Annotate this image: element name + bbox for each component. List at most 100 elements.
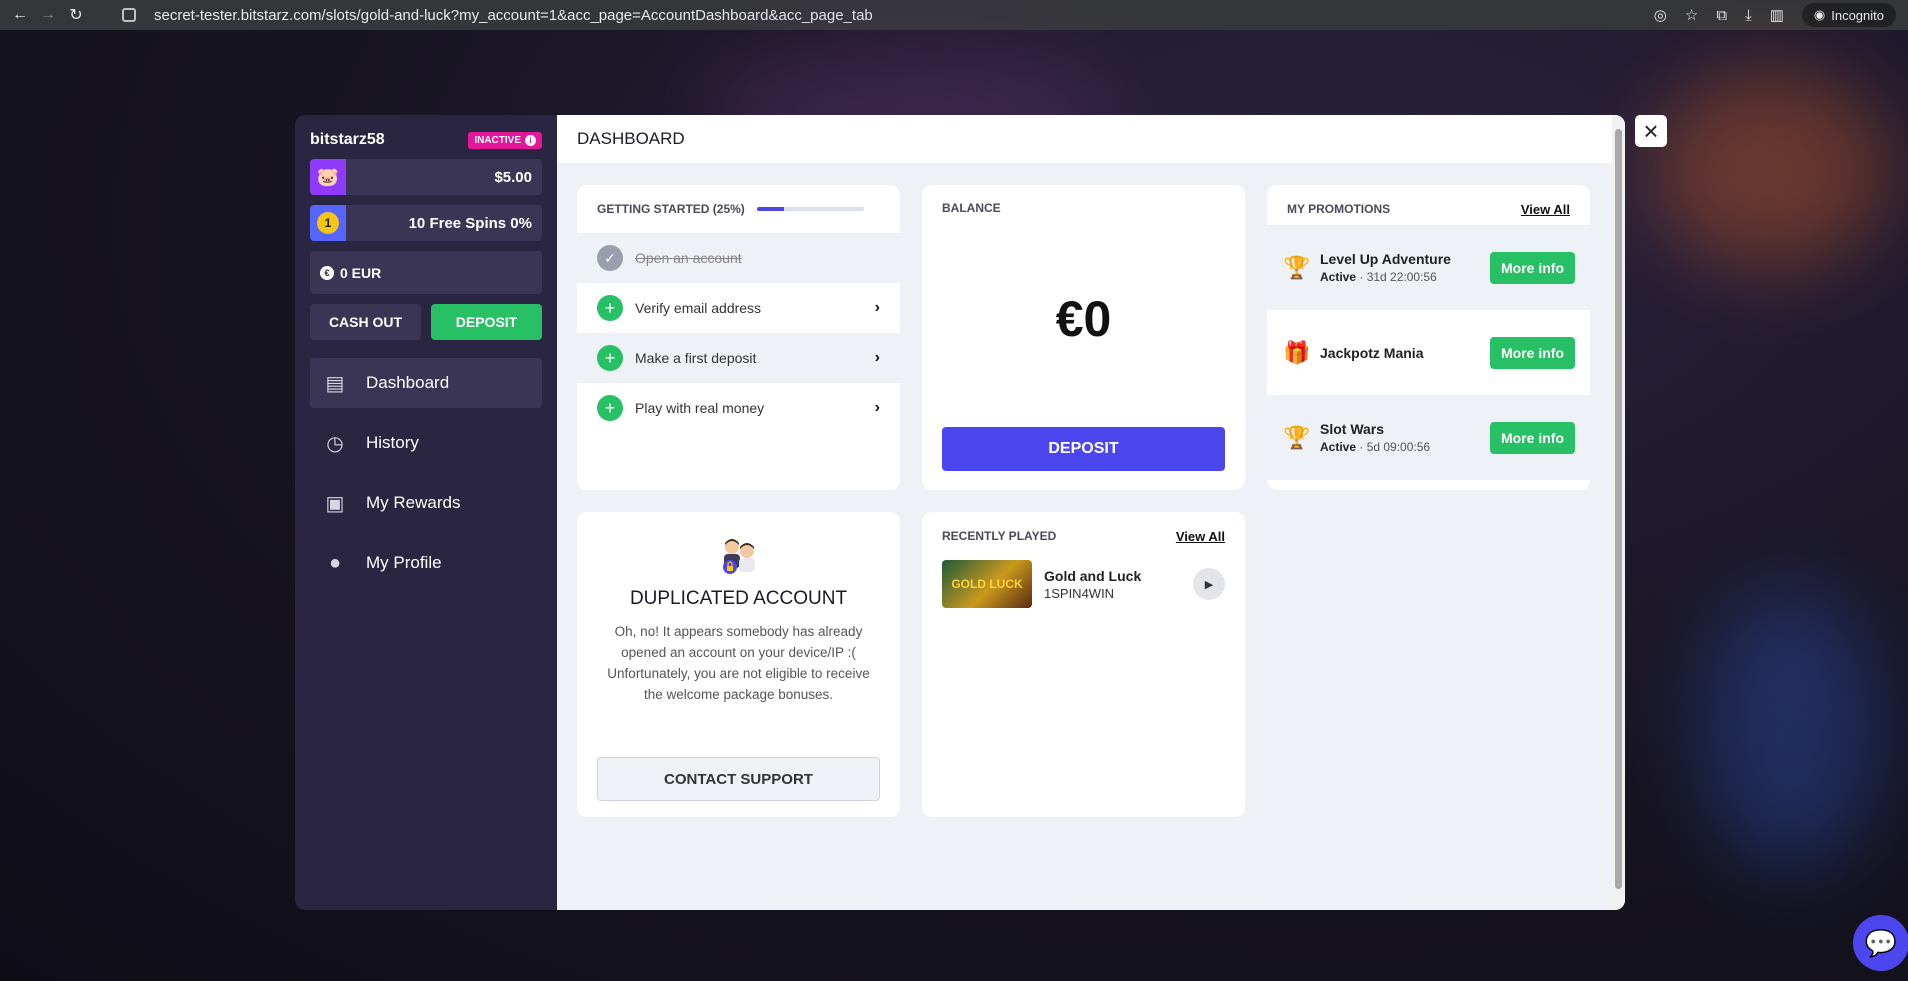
incognito-badge[interactable]: ◉ Incognito	[1801, 3, 1896, 27]
account-modal: bitstarz58 INACTIVE i 🐷 $5.00 1 10 Free …	[295, 115, 1625, 910]
promo-name: Level Up Adventure	[1320, 251, 1451, 267]
step-verify-email[interactable]: + Verify email address ›	[577, 283, 900, 333]
duplicate-users-icon	[717, 537, 761, 575]
sidebar-item-dashboard[interactable]: ▤ Dashboard	[310, 358, 542, 408]
backdrop-glow	[1700, 590, 1880, 870]
modal-scrollbar[interactable]	[1612, 115, 1625, 910]
sidebar-item-label: My Rewards	[366, 493, 461, 512]
game-provider: 1SPIN4WIN	[1044, 585, 1115, 601]
duplicated-account-title: DUPLICATED ACCOUNT	[629, 588, 848, 609]
cash-out-button[interactable]: CASH OUT	[310, 304, 421, 340]
url-text: secret-tester.bitstarz.com/slots/gold-an…	[154, 6, 873, 24]
euro-icon: €	[320, 265, 334, 280]
more-info-button[interactable]: More info	[1490, 251, 1575, 284]
status-badge[interactable]: INACTIVE i	[468, 131, 542, 149]
deposit-button[interactable]: DEPOSIT	[942, 427, 1225, 471]
promo-item: 🏆 Level Up Adventure Active · 31d 22:00:…	[1267, 225, 1590, 310]
chevron-right-icon: ›	[874, 349, 880, 366]
free-spins-box: 1 10 Free Spins 0%	[310, 205, 542, 241]
sidebar-menu: ▤ Dashboard ◷ History ▣ My Rewards ● My …	[310, 358, 542, 588]
level-star-icon: 1	[310, 205, 346, 241]
step-label: Open an account	[635, 250, 742, 266]
balance-amount: €0	[1055, 291, 1112, 347]
level-number: 1	[317, 212, 339, 234]
progress-fill	[756, 207, 784, 211]
sidebar-item-profile[interactable]: ● My Profile	[310, 538, 542, 588]
scrollbar-thumb[interactable]	[1615, 129, 1622, 889]
backdrop-glow	[1650, 70, 1890, 270]
promo-name: Slot Wars	[1320, 421, 1385, 437]
rewards-icon: ▣	[325, 492, 345, 515]
trophy-icon: 🏆	[1283, 254, 1311, 280]
close-icon[interactable]: ×	[1635, 115, 1667, 147]
promo-item: 🏆 Slot Wars Active · 5d 09:00:56 More in…	[1267, 395, 1590, 480]
step-label: Verify email address	[635, 300, 762, 316]
step-label: Make a first deposit	[635, 350, 757, 366]
promo-timer: · 31d 22:00:56	[1356, 270, 1437, 284]
check-icon: ✓	[597, 245, 623, 271]
promotions-view-all-link[interactable]: View All	[1521, 202, 1570, 217]
address-bar[interactable]: secret-tester.bitstarz.com/slots/gold-an…	[122, 0, 1567, 30]
step-label: Play with real money	[635, 400, 765, 416]
play-icon[interactable]: ▶	[1193, 568, 1225, 600]
site-info-icon[interactable]	[122, 8, 136, 22]
piggy-bank-icon: 🐷	[310, 159, 346, 195]
currency-balance-value: 0 EUR	[340, 264, 382, 281]
trophy-icon: 🏆	[1283, 424, 1311, 450]
step-first-deposit[interactable]: + Make a first deposit ›	[577, 333, 900, 383]
promo-status-label: Active	[1320, 270, 1357, 284]
promotions-list: 🏆 Level Up Adventure Active · 31d 22:00:…	[1267, 225, 1590, 480]
profile-icon: ●	[328, 551, 342, 574]
username: bitstarz58	[310, 131, 385, 148]
sidebar-item-rewards[interactable]: ▣ My Rewards	[310, 478, 542, 528]
eye-off-icon[interactable]: ◎	[1654, 6, 1667, 24]
promo-status: Active · 5d 09:00:56	[1320, 440, 1490, 454]
dashboard-main: DASHBOARD GETTING STARTED (25%) ✓ Open a…	[557, 115, 1625, 910]
step-open-account: ✓ Open an account	[577, 233, 900, 283]
recent-game-item[interactable]: GOLD LUCK Gold and Luck 1SPIN4WIN ▶	[942, 560, 1225, 608]
getting-started-progress	[756, 207, 864, 211]
reload-icon[interactable]: ↻	[62, 5, 90, 25]
sidepanel-icon[interactable]: ▥	[1770, 6, 1784, 24]
sidebar-deposit-button[interactable]: DEPOSIT	[431, 304, 542, 340]
currency-balance-box[interactable]: € 0 EUR	[310, 251, 542, 294]
duplicated-account-text: Oh, no! It appears somebody has already …	[607, 624, 870, 702]
chevron-right-icon: ›	[874, 399, 880, 416]
promotions-card: MY PROMOTIONS View All 🏆 Level Up Advent…	[1267, 185, 1590, 490]
promotions-title: MY PROMOTIONS	[1287, 202, 1391, 216]
incognito-label: Incognito	[1831, 7, 1884, 23]
download-icon[interactable]: ⤓	[1745, 7, 1752, 24]
step-play-real-money[interactable]: + Play with real money ›	[577, 383, 900, 433]
game-thumbnail[interactable]: GOLD LUCK	[942, 560, 1032, 608]
getting-started-card: GETTING STARTED (25%) ✓ Open an account …	[577, 185, 900, 490]
duplicated-account-card: DUPLICATED ACCOUNT Oh, no! It appears so…	[577, 512, 900, 817]
account-sidebar: bitstarz58 INACTIVE i 🐷 $5.00 1 10 Free …	[295, 115, 557, 910]
incognito-icon: ◉	[1813, 7, 1826, 22]
more-info-button[interactable]: More info	[1490, 421, 1575, 454]
forward-icon[interactable]: →	[34, 6, 62, 24]
contact-support-button[interactable]: CONTACT SUPPORT	[597, 757, 880, 801]
promo-status-label: Active	[1320, 440, 1357, 454]
recently-played-title: RECENTLY PLAYED	[942, 529, 1057, 543]
chat-support-icon[interactable]: 💬	[1853, 915, 1908, 971]
duplicate-users-svg	[722, 539, 755, 574]
page-title: DASHBOARD	[557, 115, 1625, 163]
plus-icon: +	[597, 295, 623, 321]
recently-played-view-all-link[interactable]: View All	[1176, 529, 1225, 544]
sidebar-item-label: Dashboard	[366, 373, 450, 392]
promo-status: Active · 31d 22:00:56	[1320, 270, 1490, 284]
plus-icon: +	[597, 345, 623, 371]
balance-title: BALANCE	[942, 201, 1001, 215]
free-spins-value: 10 Free Spins 0%	[408, 214, 532, 232]
sidebar-item-label: History	[366, 433, 419, 452]
recently-played-card: RECENTLY PLAYED View All GOLD LUCK Gold …	[922, 512, 1245, 817]
back-icon[interactable]: ←	[6, 6, 34, 24]
game-name: Gold and Luck	[1044, 567, 1142, 584]
extensions-icon[interactable]: ⧉	[1716, 7, 1727, 24]
info-icon[interactable]: i	[525, 134, 536, 146]
bonus-balance-box: 🐷 $5.00	[310, 159, 542, 195]
promo-name: Jackpotz Mania	[1320, 344, 1424, 361]
more-info-button[interactable]: More info	[1490, 336, 1575, 369]
sidebar-item-history[interactable]: ◷ History	[310, 418, 542, 468]
star-icon[interactable]: ☆	[1685, 6, 1698, 24]
